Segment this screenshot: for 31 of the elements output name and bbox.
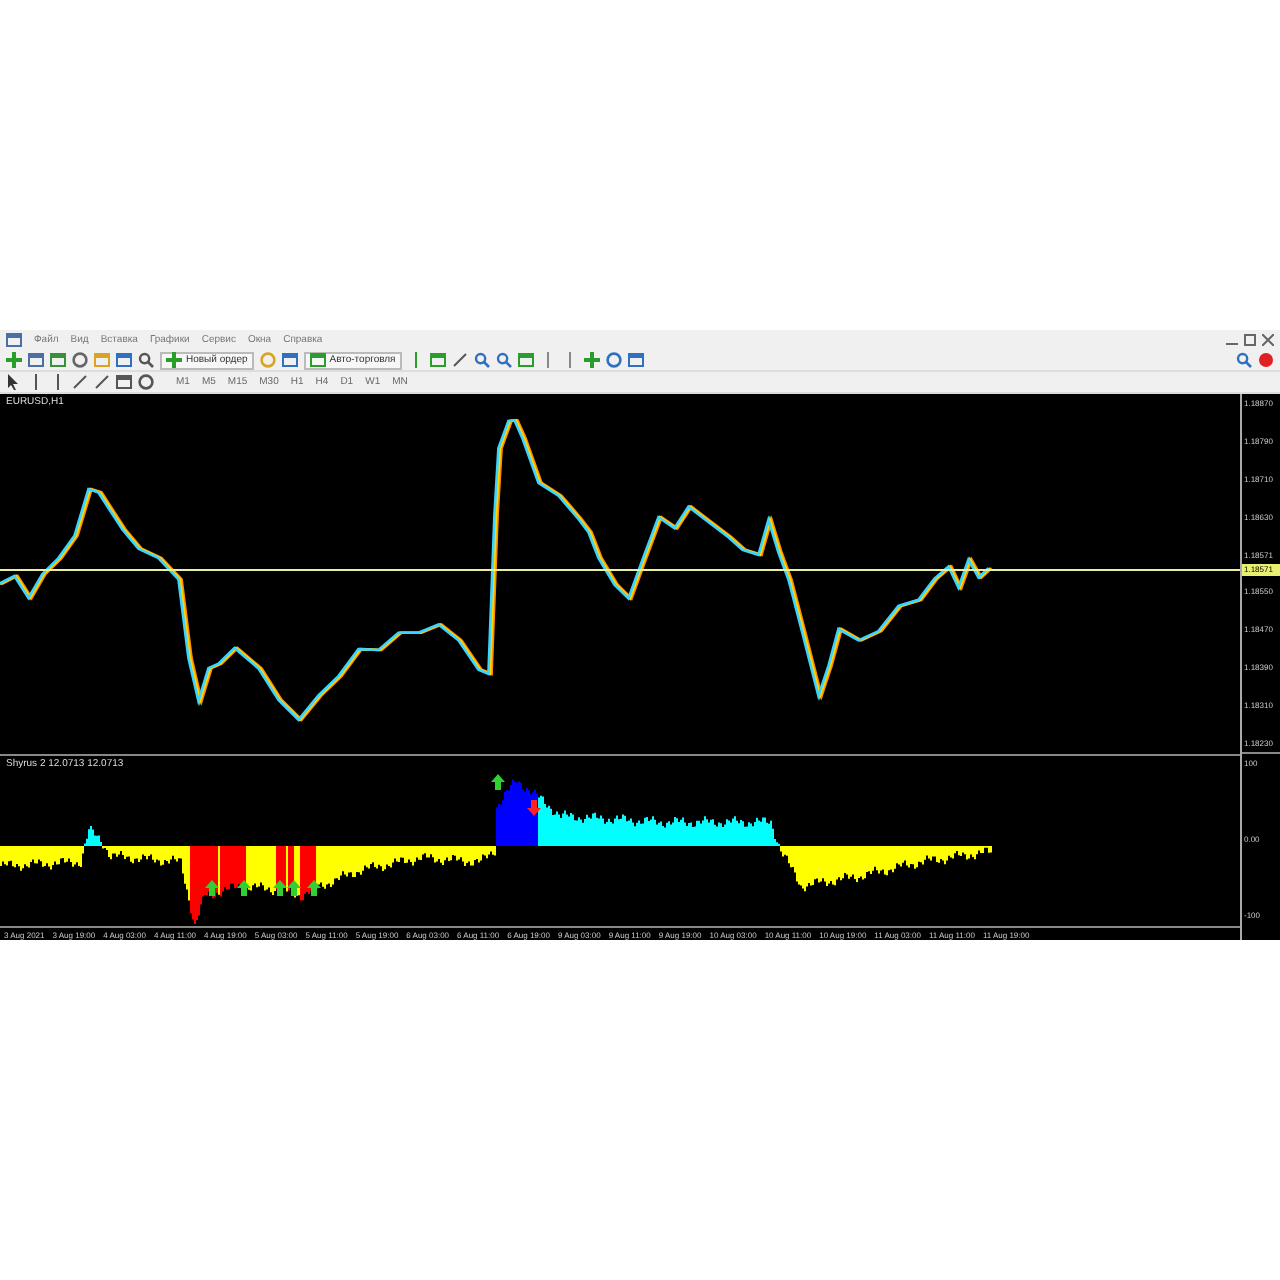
alert-icon[interactable] <box>1258 352 1274 368</box>
up-arrow-icon <box>237 880 251 896</box>
close-icon <box>1262 334 1274 346</box>
up-arrow-icon <box>491 774 505 790</box>
zoom-out-icon[interactable] <box>495 352 512 368</box>
line-icon[interactable] <box>94 374 110 390</box>
window-icon <box>309 352 326 368</box>
plus-icon <box>166 352 182 368</box>
down-arrow-icon <box>527 800 541 816</box>
circle-icon[interactable] <box>138 374 154 390</box>
cursor-icon[interactable] <box>6 374 22 390</box>
plus-icon[interactable] <box>583 352 600 368</box>
window-icon[interactable] <box>281 352 298 368</box>
line-icon[interactable] <box>72 374 88 390</box>
maximize-icon <box>1244 334 1256 346</box>
circle-icon[interactable] <box>605 352 622 368</box>
circle-icon[interactable] <box>72 352 88 368</box>
zoom-in-icon[interactable] <box>473 352 490 368</box>
window-icon[interactable] <box>6 332 22 348</box>
window-icon[interactable] <box>627 352 644 368</box>
window-icon[interactable] <box>28 352 44 368</box>
window-icon[interactable] <box>116 352 132 368</box>
plus-icon[interactable] <box>6 352 22 368</box>
up-arrow-icon <box>205 880 219 896</box>
window-icon[interactable] <box>50 352 66 368</box>
window-icon[interactable] <box>429 352 446 368</box>
grid-icon[interactable] <box>517 352 534 368</box>
search-icon[interactable] <box>1236 352 1252 368</box>
search-icon[interactable] <box>138 352 154 368</box>
window-icon[interactable] <box>116 374 132 390</box>
line-icon[interactable] <box>451 352 468 368</box>
